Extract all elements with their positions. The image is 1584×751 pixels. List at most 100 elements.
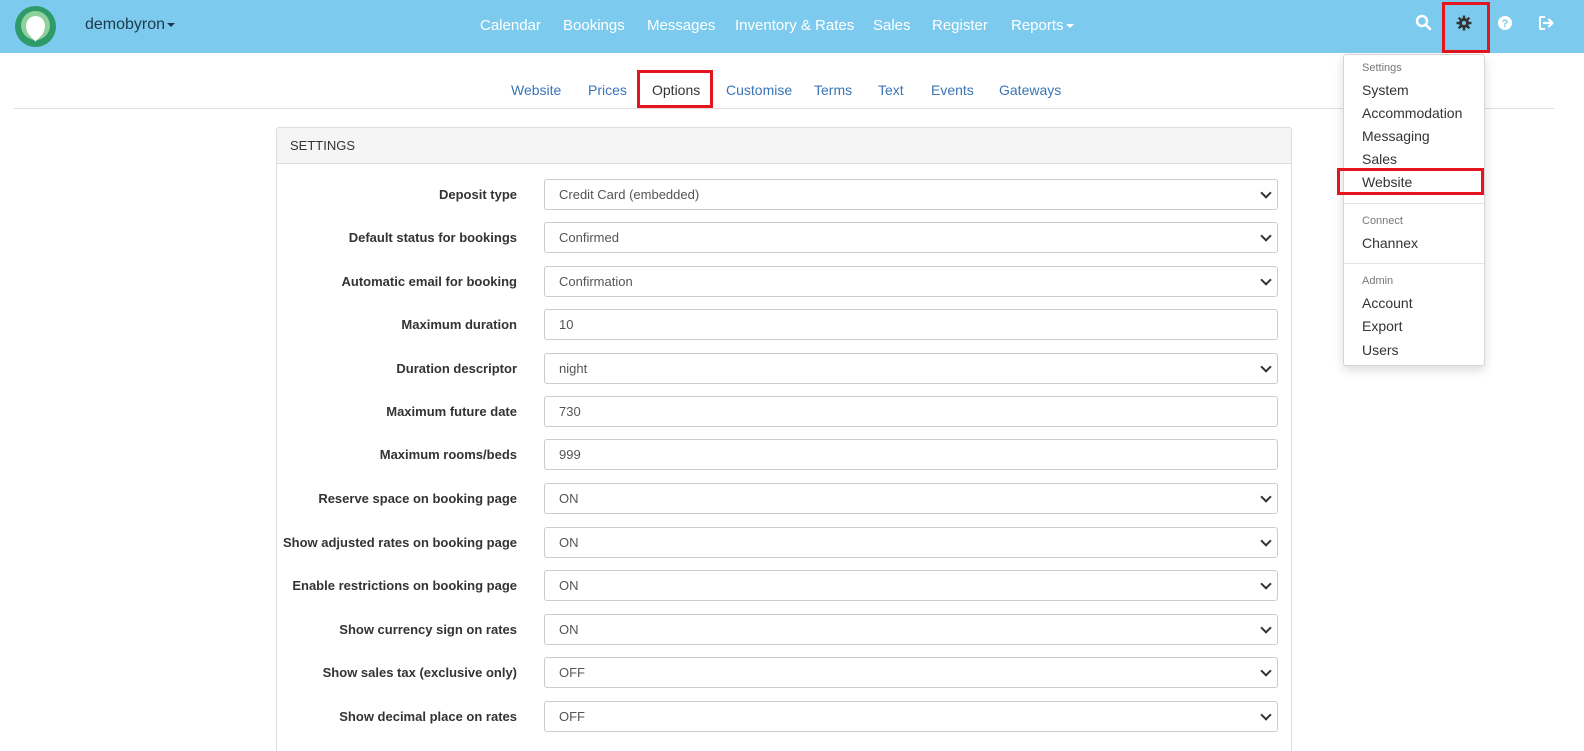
chevron-down-icon — [1260, 535, 1272, 547]
setting-label: Automatic email for booking — [341, 274, 517, 289]
nav-calendar[interactable]: Calendar — [480, 17, 541, 34]
setting-row-show-decimal-place: Show decimal place on rates OFF — [277, 701, 1291, 733]
select-value: Confirmation — [559, 274, 633, 289]
setting-label: Maximum duration — [401, 317, 517, 332]
maximum-rooms-input[interactable]: 999 — [544, 439, 1278, 470]
setting-label: Maximum rooms/beds — [379, 447, 517, 462]
tab-website[interactable]: Website — [511, 82, 561, 98]
select-value: ON — [559, 578, 579, 593]
chevron-down-icon — [1260, 230, 1272, 242]
setting-row-automatic-email: Automatic email for booking Confirmation — [277, 266, 1291, 298]
select-value: ON — [559, 535, 579, 550]
setting-row-show-adjusted-rates: Show adjusted rates on booking page ON — [277, 527, 1291, 559]
show-sales-tax-select[interactable]: OFF — [544, 657, 1278, 688]
setting-row-duration-descriptor: Duration descriptor night — [277, 353, 1291, 385]
dropdown-header-settings: Settings — [1362, 62, 1402, 74]
tab-text[interactable]: Text — [878, 82, 904, 98]
dropdown-divider — [1344, 263, 1484, 264]
input-value: 999 — [559, 447, 581, 462]
setting-label: Enable restrictions on booking page — [292, 578, 517, 593]
setting-row-show-sales-tax: Show sales tax (exclusive only) OFF — [277, 657, 1291, 689]
svg-text:?: ? — [1502, 18, 1509, 30]
chevron-down-icon — [1260, 665, 1272, 677]
reserve-space-select[interactable]: ON — [544, 483, 1278, 514]
tab-customise[interactable]: Customise — [726, 82, 792, 98]
automatic-email-select[interactable]: Confirmation — [544, 266, 1278, 297]
account-name: demobyron — [85, 16, 166, 33]
select-value: OFF — [559, 709, 585, 724]
chevron-down-icon — [1260, 491, 1272, 503]
caret-down-icon — [1065, 24, 1074, 29]
tab-events[interactable]: Events — [931, 82, 974, 98]
menu-item-accommodation[interactable]: Accommodation — [1362, 105, 1462, 121]
logo[interactable] — [15, 6, 56, 47]
settings-panel: SETTINGS Deposit type Credit Card (embed… — [276, 127, 1292, 751]
options-highlight-box — [637, 70, 713, 108]
select-value: ON — [559, 491, 579, 506]
maximum-duration-input[interactable]: 10 — [544, 309, 1278, 340]
deposit-type-select[interactable]: Credit Card (embedded) — [544, 179, 1278, 210]
default-status-select[interactable]: Confirmed — [544, 222, 1278, 253]
tab-gateways[interactable]: Gateways — [999, 82, 1061, 98]
nav-bookings[interactable]: Bookings — [563, 17, 625, 34]
search-icon[interactable] — [1415, 14, 1432, 38]
tab-terms[interactable]: Terms — [814, 82, 852, 98]
select-value: Confirmed — [559, 230, 619, 245]
setting-row-maximum-rooms: Maximum rooms/beds 999 — [277, 439, 1291, 471]
nav-reports[interactable]: Reports — [1011, 17, 1074, 34]
menu-item-export[interactable]: Export — [1362, 318, 1402, 334]
nav-sales[interactable]: Sales — [873, 17, 911, 34]
chevron-down-icon — [1260, 622, 1272, 634]
chevron-down-icon — [1260, 578, 1272, 590]
setting-row-show-currency-sign: Show currency sign on rates ON — [277, 614, 1291, 646]
setting-row-maximum-duration: Maximum duration 10 — [277, 309, 1291, 341]
dropdown-header-admin: Admin — [1362, 275, 1394, 287]
select-value: ON — [559, 622, 579, 637]
chevron-down-icon — [1260, 274, 1272, 286]
panel-heading: SETTINGS — [277, 128, 1291, 164]
nav-register[interactable]: Register — [932, 17, 988, 34]
account-switcher[interactable]: demobyron — [85, 16, 176, 34]
setting-row-default-status: Default status for bookings Confirmed — [277, 222, 1291, 254]
duration-descriptor-select[interactable]: night — [544, 353, 1278, 384]
setting-label: Show adjusted rates on booking page — [282, 535, 517, 550]
help-icon[interactable]: ? — [1497, 14, 1513, 38]
show-adjusted-rates-select[interactable]: ON — [544, 527, 1278, 558]
settings-dropdown-menu: Settings System Accommodation Messaging … — [1337, 54, 1485, 366]
setting-label: Show currency sign on rates — [339, 622, 517, 637]
setting-label: Default status for bookings — [348, 230, 517, 245]
setting-label: Duration descriptor — [396, 361, 517, 376]
maximum-future-date-input[interactable]: 730 — [544, 396, 1278, 427]
select-value: night — [559, 361, 588, 376]
tab-prices[interactable]: Prices — [588, 82, 627, 98]
setting-label: Show sales tax (exclusive only) — [322, 665, 517, 680]
menu-item-messaging[interactable]: Messaging — [1362, 128, 1430, 144]
select-value: Credit Card (embedded) — [559, 187, 700, 202]
chevron-down-icon — [1260, 187, 1272, 199]
top-navbar: demobyron Calendar Bookings Messages Inv… — [0, 0, 1584, 53]
gear-highlight-box — [1442, 2, 1490, 53]
dropdown-divider — [1344, 203, 1484, 204]
menu-item-users[interactable]: Users — [1362, 342, 1399, 358]
menu-item-system[interactable]: System — [1362, 82, 1409, 98]
chevron-down-icon — [1260, 709, 1272, 721]
nav-reports-label: Reports — [1011, 17, 1064, 34]
setting-row-deposit-type: Deposit type Credit Card (embedded) — [277, 179, 1291, 211]
enable-restrictions-select[interactable]: ON — [544, 570, 1278, 601]
nav-messages[interactable]: Messages — [647, 17, 715, 34]
chevron-down-icon — [1260, 361, 1272, 373]
select-value: OFF — [559, 665, 585, 680]
logout-icon[interactable] — [1538, 14, 1555, 38]
dropdown-header-connect: Connect — [1362, 215, 1403, 227]
show-currency-sign-select[interactable]: ON — [544, 614, 1278, 645]
menu-item-channex[interactable]: Channex — [1362, 235, 1418, 251]
nav-inventory-rates[interactable]: Inventory & Rates — [735, 17, 854, 34]
caret-down-icon — [167, 22, 176, 27]
settings-subtabs: Website Prices Options Customise Terms T… — [14, 70, 1554, 109]
input-value: 730 — [559, 404, 581, 419]
setting-label: Maximum future date — [386, 404, 517, 419]
menu-item-account[interactable]: Account — [1362, 295, 1413, 311]
menu-item-sales[interactable]: Sales — [1362, 151, 1397, 167]
input-value: 10 — [559, 317, 574, 332]
show-decimal-place-select[interactable]: OFF — [544, 701, 1278, 732]
